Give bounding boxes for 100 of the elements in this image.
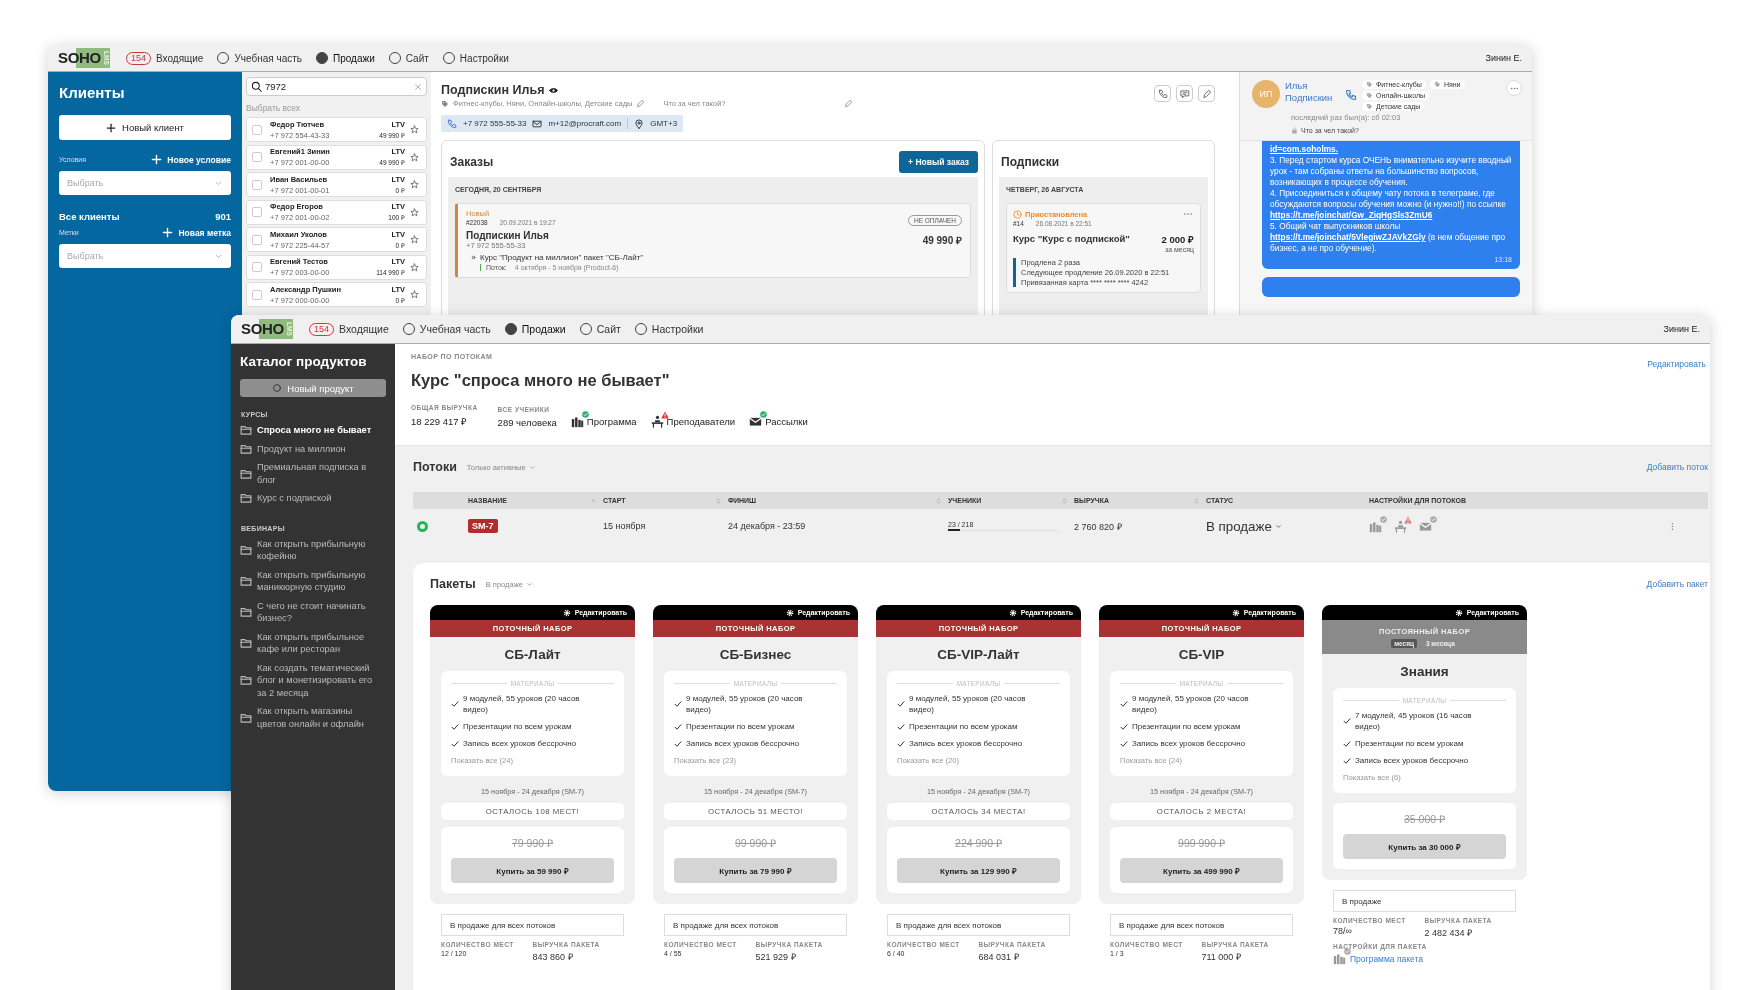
- subscription-price: 2 000 ₽: [1161, 233, 1194, 246]
- timezone: GMT+3: [650, 119, 678, 128]
- buy-button[interactable]: Купить за 30 000 ₽: [1343, 834, 1506, 859]
- add-condition-button[interactable]: Новое условие: [151, 154, 231, 165]
- nav-tab[interactable]: 154 Входящие: [309, 322, 389, 336]
- message-link[interactable]: https://t.me/joinchat/5VlegiwZJAVkZGly: [1270, 232, 1426, 242]
- old-price: 35 000 ₽: [1402, 812, 1446, 826]
- old-price: 79 990 ₽: [510, 836, 554, 850]
- search-field[interactable]: 7972: [246, 77, 427, 96]
- material-item: 9 модулей, 55 уроков (20 часов видео): [686, 693, 804, 715]
- checkbox[interactable]: [252, 207, 262, 217]
- feature-link[interactable]: Программа: [586, 416, 637, 427]
- message-link[interactable]: https://t.me/joinchat/Gw_ZiqHgSls3ZmU6: [1270, 210, 1433, 220]
- nav-tab[interactable]: Сайт: [579, 323, 621, 335]
- feature-link[interactable]: Преподаватели: [666, 416, 736, 427]
- checkbox[interactable]: [252, 179, 262, 190]
- nav-tab[interactable]: Учебная часть: [217, 52, 302, 64]
- product-item[interactable]: С чего не стоит начинать бизнес?: [240, 599, 386, 625]
- material-item: 9 модулей, 55 уроков (20 часов видео): [1132, 693, 1250, 715]
- product-item[interactable]: Премиальная подписка в блог: [240, 461, 386, 486]
- check-icon: [674, 700, 682, 708]
- sort-icon: [1061, 496, 1068, 505]
- buy-button[interactable]: Купить за 499 990 ₽: [1120, 858, 1283, 883]
- nav-tab[interactable]: Настройки: [634, 323, 704, 335]
- gear-icon: [1008, 608, 1017, 617]
- checkbox[interactable]: [252, 124, 262, 135]
- contact-name-link[interactable]: Илья Подпискин: [1285, 80, 1340, 104]
- user-name: Зинин Е.: [1485, 53, 1522, 63]
- stream-code[interactable]: SM-7: [468, 519, 498, 533]
- program-link[interactable]: Программа пакета: [1350, 953, 1423, 964]
- package-name: СБ-VIP: [1177, 646, 1226, 664]
- package-name: СБ-Лайт: [503, 646, 562, 664]
- new-order-button[interactable]: + Новый заказ: [899, 151, 978, 173]
- checkbox[interactable]: [252, 262, 262, 272]
- call-button[interactable]: [1154, 85, 1171, 102]
- add-stream-link[interactable]: Добавить поток: [1646, 462, 1708, 472]
- sale-status-field[interactable]: В продаже: [1333, 890, 1516, 912]
- envelope-icon: [749, 415, 763, 428]
- checkbox[interactable]: [252, 234, 262, 245]
- phone-number: +7 972 555-55-33: [463, 119, 527, 128]
- nav-tab[interactable]: Продажи: [316, 52, 375, 64]
- product-item[interactable]: Спроса много не бывает: [240, 424, 386, 437]
- material-item: 9 модулей, 55 уроков (20 часов видео): [463, 693, 581, 715]
- sale-status-field[interactable]: В продаже для всех потоков: [887, 914, 1070, 936]
- buy-button[interactable]: Купить за 79 990 ₽: [674, 858, 837, 883]
- product-item[interactable]: Как открыть прибыльную кофейню: [240, 537, 386, 563]
- package-name: СБ-Бизнес: [718, 646, 793, 664]
- material-item: Запись всех уроков бессрочно: [686, 738, 800, 749]
- pencil-icon: [843, 99, 853, 108]
- email-address: m+12@procraft.com: [548, 119, 622, 128]
- product-item[interactable]: Как открыть прибыльное кафе или ресторан: [240, 630, 386, 656]
- folder-icon: [240, 575, 252, 587]
- mail-icon: [532, 118, 543, 129]
- panel-title: Заказы: [449, 155, 494, 169]
- pin-icon: [634, 118, 645, 129]
- sale-status-field[interactable]: В продаже для всех потоков: [1110, 914, 1293, 936]
- feature-link[interactable]: Рассылки: [765, 416, 808, 427]
- more-button[interactable]: [1506, 80, 1522, 96]
- nav-tab[interactable]: Сайт: [388, 52, 429, 64]
- new-client-button[interactable]: Новый клиент: [59, 115, 231, 140]
- check-icon: [1343, 717, 1351, 725]
- nav-tab[interactable]: 154 Входящие: [126, 51, 204, 65]
- material-item: Презентации по всем урокам: [686, 721, 795, 732]
- table-cell-text: 24 декабря - 23:59: [728, 521, 807, 531]
- nav-tab[interactable]: Продажи: [504, 323, 566, 335]
- message-link[interactable]: id=com.soholms.: [1270, 144, 1338, 154]
- person-at-desk-icon: [1394, 519, 1407, 533]
- checkbox[interactable]: [252, 289, 262, 300]
- phone-icon: [1157, 88, 1168, 99]
- edit-button[interactable]: [1198, 85, 1215, 102]
- user-name: Зинин Е.: [1663, 324, 1700, 334]
- message-button[interactable]: [1176, 85, 1193, 102]
- page-title: Каталог продуктов: [240, 354, 368, 369]
- product-item[interactable]: Курс с подпиской: [240, 492, 386, 505]
- section-title: Пакеты: [430, 577, 476, 591]
- buy-button[interactable]: Купить за 59 990 ₽: [451, 858, 614, 883]
- product-item[interactable]: Как открыть прибыльную маникюрную студию: [240, 568, 386, 594]
- product-item[interactable]: Продукт на миллион: [240, 442, 386, 455]
- books-icon: [1333, 952, 1346, 965]
- status-dropdown[interactable]: В продаже: [1206, 518, 1369, 534]
- nav-tab[interactable]: Учебная часть: [402, 323, 491, 335]
- add-tag-button[interactable]: Новая метка: [162, 227, 231, 238]
- product-item[interactable]: Как создать тематический блог и монетизировать его за 2 месяца: [240, 661, 386, 699]
- package-revenue: 2 482 434 ₽: [1424, 927, 1474, 939]
- material-item: Запись всех уроков бессрочно: [909, 738, 1023, 749]
- nav-tab[interactable]: Настройки: [442, 52, 509, 64]
- old-price: 999 990 ₽: [1177, 836, 1226, 850]
- gear-icon: [785, 608, 794, 617]
- product-item[interactable]: Как открыть магазины цветов онлайн и офлайн: [240, 705, 386, 730]
- chevron-down-icon: [528, 463, 536, 471]
- add-package-link[interactable]: Добавить пакет: [1646, 579, 1708, 589]
- chevron-down-icon: [1274, 522, 1282, 530]
- sale-status-field[interactable]: В продаже для всех потоков: [664, 914, 847, 936]
- checkbox[interactable]: [252, 152, 262, 162]
- material-item: Запись всех уроков бессрочно: [1132, 738, 1246, 749]
- clock-icon: [1013, 209, 1022, 219]
- sale-status-field[interactable]: В продаже для всех потоков: [441, 914, 624, 936]
- plus-icon: [106, 122, 116, 133]
- edit-link[interactable]: Редактировать: [1647, 359, 1706, 369]
- buy-button[interactable]: Купить за 129 990 ₽: [897, 858, 1060, 883]
